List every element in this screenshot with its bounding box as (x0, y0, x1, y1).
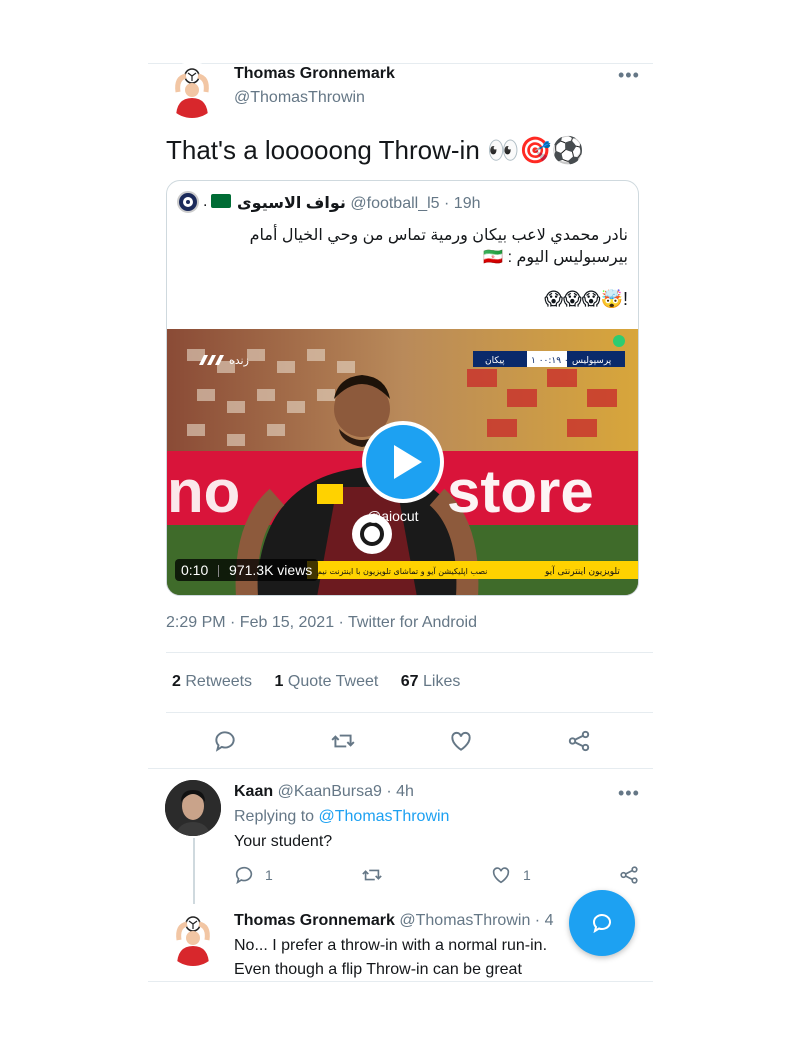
author-name[interactable]: Thomas Gronnemark (234, 65, 395, 83)
share-icon[interactable] (618, 864, 640, 886)
reply-header[interactable]: Kaan @KaanBursa9 · 4h (234, 783, 414, 801)
reply-icon[interactable] (233, 864, 255, 886)
svg-text:پیکان: پیکان (485, 356, 505, 366)
compose-button[interactable] (569, 890, 635, 956)
svg-text:store: store (447, 458, 594, 525)
retweet-icon[interactable] (330, 728, 356, 754)
avatar[interactable] (164, 62, 220, 118)
svg-text:۱ ۰۰:۱۹ ۰: ۱ ۰۰:۱۹ ۰ (531, 356, 569, 366)
quoted-emoji-line: !🤯😱😱😱 (544, 289, 628, 309)
heart-icon[interactable] (448, 728, 474, 754)
heart-icon[interactable] (490, 864, 512, 886)
retweet-icon[interactable] (361, 864, 383, 886)
svg-text:زنده: زنده (229, 354, 249, 367)
tweet-author[interactable]: Thomas Gronnemark @ThomasThrowin (234, 65, 395, 107)
quotes-stat[interactable]: 1 Quote Tweet (275, 673, 379, 690)
like-count: 1 (523, 867, 531, 883)
svg-text:پرسپولیس: پرسپولیس (572, 356, 612, 366)
compose-icon[interactable] (590, 911, 614, 935)
more-icon[interactable]: ••• (618, 784, 640, 802)
replying-to-link[interactable]: @ThomasThrowin (319, 808, 450, 825)
share-icon[interactable] (566, 728, 592, 754)
more-icon[interactable]: ••• (618, 66, 640, 84)
svg-text:no: no (167, 458, 240, 525)
author-handle[interactable]: @ThomasThrowin (234, 89, 395, 107)
play-icon[interactable] (366, 425, 440, 499)
tweet-text: That's a looooong Throw-in 👀🎯⚽ (166, 135, 585, 165)
tweet-stats: 2 Retweets 1 Quote Tweet 67 Likes (172, 673, 460, 691)
reply-author-name[interactable]: Thomas Gronnemark (234, 912, 395, 929)
overlay-separator (218, 565, 220, 578)
bottom-divider (148, 981, 653, 982)
quoted-text: نادر محمدي لاعب بيكان ورمية تماس من وحي … (249, 227, 628, 266)
reply-text: Your student? (234, 833, 333, 850)
quoted-age: · 19h (444, 195, 481, 212)
video-player[interactable]: no store زنده پیکان ۱ ۰۰:۱۹ ۰ پرسپولیس ن… (167, 329, 638, 595)
replying-prefix: Replying to (234, 808, 315, 825)
divider (166, 712, 653, 713)
quoted-author-name[interactable]: نواف الاسيوى (237, 195, 346, 212)
play-button[interactable] (362, 421, 444, 503)
quoted-header[interactable]: نواف الاسيوى @football_l5 · 19h (237, 193, 480, 213)
flag-icon (211, 194, 231, 208)
reply-author-handle[interactable]: @ThomasThrowin (399, 912, 530, 929)
quoted-avatar[interactable] (177, 191, 199, 213)
video-info-overlay: 0:10 971.3K views (175, 559, 319, 581)
reply-author-handle[interactable]: @KaanBursa9 (278, 783, 382, 800)
reply-text-line-1: No... I prefer a throw-in with a normal … (234, 937, 548, 954)
top-divider (148, 63, 653, 64)
reply-icon[interactable] (212, 728, 238, 754)
reply-count: 1 (265, 867, 273, 883)
avatar[interactable] (165, 780, 221, 836)
quoted-author-handle[interactable]: @football_l5 (350, 195, 439, 212)
video-duration: 0:10 (181, 562, 209, 578)
divider (148, 768, 653, 769)
reply-author-name[interactable]: Kaan (234, 783, 273, 800)
thread-line (193, 838, 195, 904)
divider (166, 652, 653, 653)
quoted-tweet-card[interactable]: . نواف الاسيوى @football_l5 · 19h نادر م… (166, 180, 639, 596)
dot-separator: . (203, 193, 208, 210)
svg-text:تلویزیون اینترنتی آیو: تلویزیون اینترنتی آیو (544, 565, 620, 577)
likes-stat[interactable]: 67 Likes (401, 673, 461, 690)
reply-age: · 4 (534, 912, 554, 929)
retweets-stat[interactable]: 2 Retweets (172, 673, 252, 690)
svg-text:نصب اپلیکیشن آیو و تماشای تلوی: نصب اپلیکیشن آیو و تماشای تلویزیون با ای… (317, 566, 487, 576)
reply-text-line-2: Even though a flip Throw-in can be great (234, 961, 522, 978)
avatar[interactable] (165, 910, 221, 966)
replying-to: Replying to @ThomasThrowin (234, 808, 449, 826)
svg-text:@aiocut: @aiocut (367, 508, 419, 524)
tweet-timestamp[interactable]: 2:29 PM · Feb 15, 2021 · Twitter for And… (166, 614, 477, 632)
reply-header[interactable]: Thomas Gronnemark @ThomasThrowin · 4 (234, 912, 564, 930)
reply-age: · 4h (386, 783, 414, 800)
video-views: 971.3K views (229, 562, 313, 578)
